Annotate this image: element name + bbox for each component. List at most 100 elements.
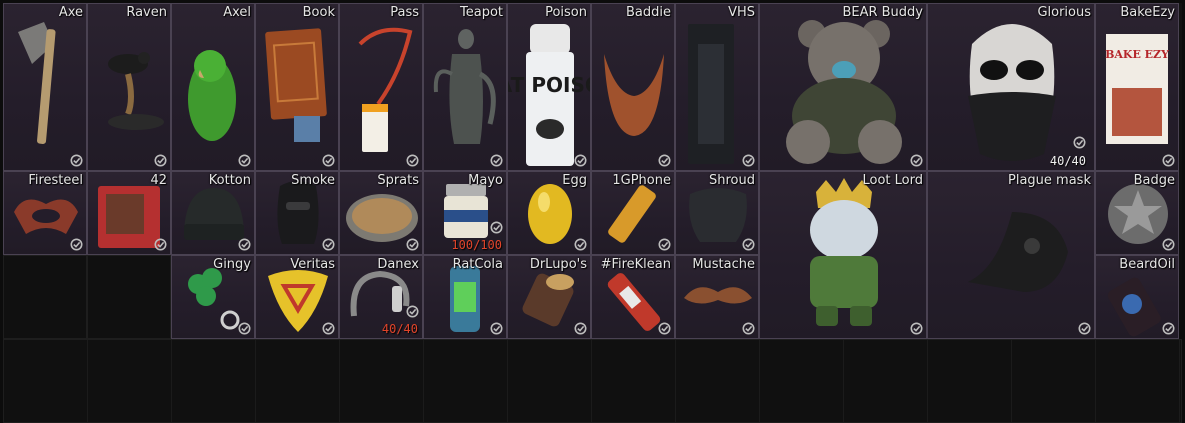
- parrot-icon: [188, 50, 236, 141]
- plague-mask-icon: [968, 212, 1068, 292]
- item-bear-buddy[interactable]: BEAR Buddy: [759, 3, 927, 171]
- inventory-grid: Axe Raven Axel Book Pass Teapot T POIS P…: [3, 3, 1182, 423]
- check-icon: [910, 154, 923, 167]
- poison-label: RAT POISON: [508, 73, 591, 97]
- teddy-bear-icon: [786, 20, 902, 164]
- item-name: Pass: [390, 5, 419, 20]
- item-name: Shroud: [709, 173, 755, 188]
- item-gingy[interactable]: Gingy: [171, 255, 255, 339]
- item-name: Smoke: [291, 173, 335, 188]
- item-name: VHS: [728, 5, 755, 20]
- check-icon: [658, 238, 671, 251]
- check-icon: [742, 154, 755, 167]
- item-loot-lord[interactable]: Loot Lord: [759, 171, 927, 339]
- item-name: Teapot: [460, 5, 503, 20]
- item-kotton[interactable]: Kotton: [171, 171, 255, 255]
- lanyard-pass-icon: [358, 27, 413, 152]
- item-axel[interactable]: Axel: [171, 3, 255, 171]
- item-name: Axel: [223, 5, 251, 20]
- check-icon: [742, 238, 755, 251]
- check-icon: [322, 154, 335, 167]
- item-egg[interactable]: Egg: [507, 171, 591, 255]
- empty-row: [3, 339, 1182, 423]
- item-vhs[interactable]: VHS: [675, 3, 759, 171]
- item-firesteel[interactable]: Firesteel: [3, 171, 87, 255]
- item-name: Baddie: [626, 5, 671, 20]
- skull-mask-icon: [968, 24, 1056, 161]
- item-smoke[interactable]: Smoke: [255, 171, 339, 255]
- item-veritas[interactable]: Veritas: [255, 255, 339, 339]
- check-icon: [574, 238, 587, 251]
- item-danex[interactable]: Danex 40/40: [339, 255, 423, 339]
- item-raven[interactable]: Raven: [87, 3, 171, 171]
- raven-icon: [108, 52, 164, 130]
- item-book[interactable]: Book: [255, 3, 339, 171]
- item-1gphone[interactable]: 1GPhone: [591, 171, 675, 255]
- check-icon: [742, 322, 755, 335]
- item-beardoil[interactable]: BeardOil: [1095, 255, 1179, 339]
- item-mustache[interactable]: Mustache: [675, 255, 759, 339]
- teapot-icon: [433, 29, 496, 144]
- check-icon: [238, 322, 251, 335]
- item-name: Mayo: [468, 173, 503, 188]
- item-name: Danex: [377, 257, 419, 272]
- check-icon: [574, 154, 587, 167]
- empty-slot[interactable]: [87, 255, 171, 339]
- check-icon: [70, 238, 83, 251]
- bakeezy-title: BAKE EZY: [1105, 48, 1169, 61]
- item-axe[interactable]: Axe: [3, 3, 87, 171]
- vhs-tape-icon: [688, 24, 734, 164]
- check-icon: [238, 154, 251, 167]
- item-drlupos[interactable]: DrLupo's: [507, 255, 591, 339]
- item-count: 40/40: [381, 322, 418, 336]
- item-name: Loot Lord: [862, 173, 924, 188]
- item-name: Axe: [58, 5, 83, 20]
- item-name: BakeEzy: [1120, 5, 1175, 20]
- cookbook-icon: BAKE EZY: [1105, 34, 1169, 144]
- item-name: Veritas: [290, 257, 335, 272]
- item-count: 100/100: [451, 238, 502, 252]
- loot-lord-figure-icon: [810, 178, 878, 326]
- item-name: Badge: [1133, 173, 1175, 188]
- item-teapot[interactable]: Teapot: [423, 3, 507, 171]
- item-name: Mustache: [692, 257, 755, 272]
- item-name: Poison: [545, 5, 587, 20]
- check-icon: [1073, 136, 1086, 149]
- item-name: #FireKlean: [600, 257, 671, 272]
- axe-icon: [18, 22, 56, 144]
- check-icon: [406, 238, 419, 251]
- item-name: Glorious: [1037, 5, 1091, 20]
- item-fireklean[interactable]: #FireKlean: [591, 255, 675, 339]
- rat-poison-can-icon: RAT POISON: [508, 24, 591, 166]
- check-icon: [574, 322, 587, 335]
- item-sprats[interactable]: Sprats: [339, 171, 423, 255]
- check-icon: [70, 154, 83, 167]
- check-icon: [1078, 322, 1091, 335]
- empty-slot[interactable]: [3, 255, 87, 339]
- beard-icon: [604, 54, 664, 136]
- item-name: 42: [150, 173, 167, 188]
- check-icon: [238, 238, 251, 251]
- item-bakeezy[interactable]: BAKE EZY BakeEzy: [1095, 3, 1179, 171]
- item-name: Plague mask: [1008, 173, 1091, 188]
- check-icon: [1162, 238, 1175, 251]
- item-baddie[interactable]: Baddie: [591, 3, 675, 171]
- item-name: BEAR Buddy: [842, 5, 923, 20]
- check-icon: [406, 154, 419, 167]
- book-icon: [265, 28, 327, 142]
- item-shroud[interactable]: Shroud: [675, 171, 759, 255]
- item-ratcola[interactable]: RatCola: [423, 255, 507, 339]
- check-icon: [490, 221, 503, 234]
- item-badge[interactable]: Badge: [1095, 171, 1179, 255]
- check-icon: [490, 322, 503, 335]
- item-name: Raven: [126, 5, 167, 20]
- item-poison[interactable]: RAT POISON Poison: [507, 3, 591, 171]
- item-glorious[interactable]: Glorious 40/40: [927, 3, 1095, 171]
- item-plague-mask[interactable]: Plague mask: [927, 171, 1095, 339]
- item-42[interactable]: 42: [87, 171, 171, 255]
- item-name: Firesteel: [28, 173, 83, 188]
- item-name: RatCola: [452, 257, 503, 272]
- item-name: Egg: [562, 173, 587, 188]
- item-mayo[interactable]: Mayo 100/100: [423, 171, 507, 255]
- item-pass[interactable]: Pass: [339, 3, 423, 171]
